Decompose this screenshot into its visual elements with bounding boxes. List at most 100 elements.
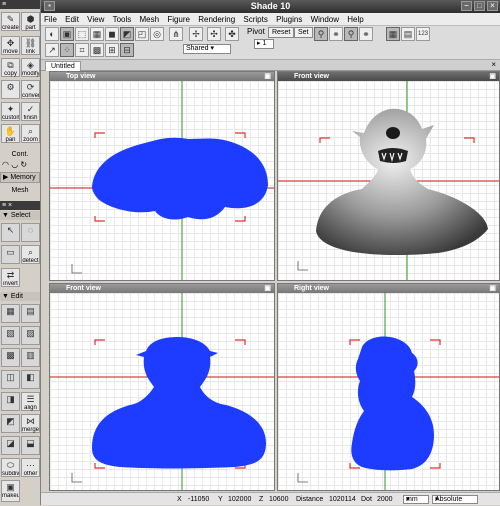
select-tool-3[interactable]: ▭ — [1, 245, 20, 264]
menu-plugins[interactable]: Plugins — [273, 13, 305, 26]
part-tool[interactable]: ⬢ part — [21, 12, 40, 31]
mesh-wire-icon[interactable]: ▦ — [90, 27, 104, 41]
wire-icon[interactable]: ⬚ — [75, 27, 89, 41]
copy-tool[interactable]: ⧉ copy — [1, 58, 20, 77]
edit-tool-6[interactable]: ▥ — [21, 348, 40, 367]
maximize-button[interactable]: □ — [474, 1, 485, 11]
point-mode-icon[interactable]: ⁘ — [60, 43, 74, 57]
view-icon[interactable]: ◰ — [135, 27, 149, 41]
viewport-front-shaded[interactable]: Front view ▣ — [277, 71, 500, 281]
face-mode-icon[interactable]: ▩ — [90, 43, 104, 57]
menu-tools[interactable]: Tools — [110, 13, 135, 26]
coordinate-mode-dropdown[interactable]: Absolute ▾ — [432, 495, 478, 504]
document-tab[interactable]: Untitled — [45, 61, 81, 71]
corner-gizmo — [297, 473, 308, 483]
minimize-button[interactable]: – — [461, 1, 472, 11]
viewport-menu-icon[interactable]: ▣ — [489, 284, 496, 293]
select-tool-2[interactable]: ◌ — [21, 223, 40, 242]
axis-icon-1[interactable]: ⋔ — [169, 27, 183, 41]
move-tool[interactable]: ✥ move — [1, 36, 20, 55]
edit-tool-1[interactable]: ▦ — [1, 304, 20, 323]
edit-tool-2[interactable]: ▤ — [21, 304, 40, 323]
memory-toggle[interactable]: ▶ Memory — [0, 172, 40, 183]
distance-value: 1020114 — [329, 496, 356, 503]
viewport-menu-icon[interactable]: ▣ — [489, 72, 496, 81]
viewport-menu-icon[interactable]: ▣ — [264, 284, 271, 293]
snap-icon[interactable]: ⊞ — [105, 43, 119, 57]
edge-mode-icon[interactable]: ⌗ — [75, 43, 89, 57]
pivot-stepper[interactable]: ▸ 1 — [254, 39, 274, 49]
merge-tool[interactable]: ⋈ merge — [21, 414, 40, 433]
edit-section[interactable]: ▼ Edit — [0, 292, 40, 301]
camera-icon-2[interactable]: ⚭ — [329, 27, 343, 41]
select-tool-1[interactable]: ↖ — [1, 223, 20, 242]
custom-tool[interactable]: ✦ custom — [1, 102, 20, 121]
camera-icon-1[interactable]: ⚲ — [314, 27, 328, 41]
shared-dropdown[interactable]: Shared ▾ — [183, 44, 231, 54]
viewport-front[interactable]: Front view ▣ — [49, 283, 275, 491]
other-tool[interactable]: ⋯ other — [21, 458, 40, 477]
menu-help[interactable]: Help — [344, 13, 366, 26]
edit-tool-9[interactable]: ◨ — [1, 392, 20, 411]
align-tool[interactable]: ☰ align — [21, 392, 40, 411]
edit-tool-10[interactable]: ◩ — [1, 414, 20, 433]
menu-edit[interactable]: Edit — [62, 13, 82, 26]
axis-icon-2[interactable]: ✢ — [189, 27, 203, 41]
edit-tool-4[interactable]: ▨ — [21, 326, 40, 345]
close-button[interactable]: × — [487, 1, 498, 11]
invert-tool[interactable]: ⇄ invert — [1, 268, 20, 287]
camera-icon-3[interactable]: ⚲ — [344, 27, 358, 41]
edit-tool-8[interactable]: ◧ — [21, 370, 40, 389]
convert-left-tool[interactable]: ⚙ — [1, 80, 20, 99]
layout-table-icon[interactable]: ▤ — [401, 27, 415, 41]
app-menu-icon[interactable]: ▪ — [44, 1, 55, 11]
viewport-right[interactable]: Right view ▣ — [277, 283, 500, 491]
axis-icon-3[interactable]: ✣ — [207, 27, 221, 41]
convert-tool[interactable]: ⟳convert — [21, 80, 40, 99]
menu-file[interactable]: File — [41, 13, 60, 26]
edit-tool-3[interactable]: ▧ — [1, 326, 20, 345]
sphere-icon[interactable]: ◐ — [45, 27, 59, 41]
window-title: Shade 10 — [250, 1, 291, 11]
viewport-menu-icon[interactable]: ▣ — [264, 72, 271, 81]
set-button[interactable]: Set — [294, 27, 313, 38]
subdiv-tool[interactable]: ⬭ subdiv — [1, 458, 20, 477]
reset-button[interactable]: Reset — [268, 27, 295, 38]
camera-icon-4[interactable]: ⚭ — [359, 27, 373, 41]
viewport-top[interactable]: Top view ▣ — [49, 71, 275, 281]
pan-tool[interactable]: ✋ pan — [1, 124, 20, 143]
menu-view[interactable]: View — [84, 13, 107, 26]
grid-snap-icon[interactable]: ⊟ — [120, 43, 134, 57]
axis-icon-4[interactable]: ✤ — [225, 27, 239, 41]
menu-scripts[interactable]: Scripts — [240, 13, 270, 26]
texture-icon[interactable]: ◩ — [120, 27, 134, 41]
edit-mode-icon[interactable]: ↗ — [45, 43, 59, 57]
edit-tool-7[interactable]: ◫ — [1, 370, 20, 389]
edit-icon-1: ▦ — [6, 306, 15, 316]
zoom-tool[interactable]: ⌕ zoom — [21, 124, 40, 143]
edit-tool-12[interactable]: ⬓ — [21, 436, 40, 455]
hand-icon: ✋ — [4, 126, 17, 136]
link-icon: ⛓ — [24, 38, 37, 48]
cube-icon[interactable]: ▣ — [60, 27, 74, 41]
edit-tool-11[interactable]: ◪ — [1, 436, 20, 455]
unit-dropdown[interactable]: mm ▾ — [403, 495, 429, 504]
create-tool[interactable]: ✎ create — [1, 12, 20, 31]
close-document-icon[interactable]: × — [491, 60, 496, 69]
numeric-input-icon[interactable]: 123 — [416, 27, 430, 41]
render-icon[interactable]: ◎ — [150, 27, 164, 41]
shade-icon[interactable]: ◼ — [105, 27, 119, 41]
link-tool[interactable]: ⛓ link — [21, 36, 40, 55]
edit-tool-5[interactable]: ▩ — [1, 348, 20, 367]
finish-tool[interactable]: ✓ finish — [21, 102, 40, 121]
create-icon: ✎ — [6, 14, 15, 24]
select-section[interactable]: ▼ Select — [0, 211, 40, 220]
menu-window[interactable]: Window — [308, 13, 342, 26]
menu-figure[interactable]: Figure — [164, 13, 193, 26]
menu-mesh[interactable]: Mesh — [137, 13, 163, 26]
menu-rendering[interactable]: Rendering — [195, 13, 238, 26]
modify-tool[interactable]: ◈ modify — [21, 58, 40, 77]
makeu-tool[interactable]: ▣ makeu — [1, 480, 20, 502]
detect-tool[interactable]: ⌕ detect — [21, 245, 40, 264]
layout-grid-icon[interactable]: ▦ — [386, 27, 400, 41]
